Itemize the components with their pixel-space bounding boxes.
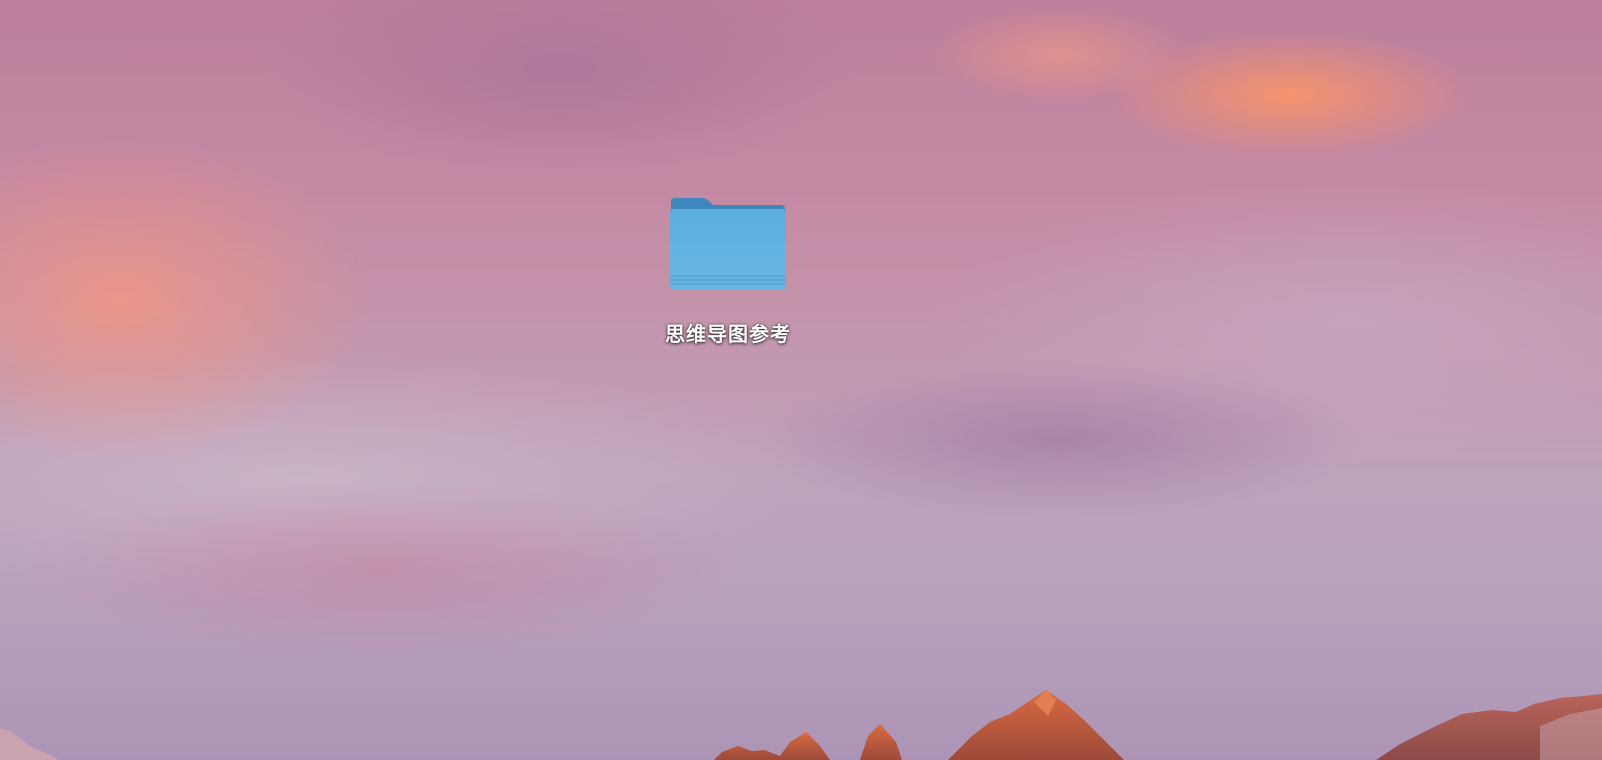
folder-icon [670,198,786,289]
wallpaper-mountains [0,690,1602,760]
folder-label: 思维导图参考 [665,322,791,346]
desktop-folder-item[interactable]: 思维导图参考 [628,196,828,347]
desktop[interactable]: 思维导图参考 [0,0,1602,760]
